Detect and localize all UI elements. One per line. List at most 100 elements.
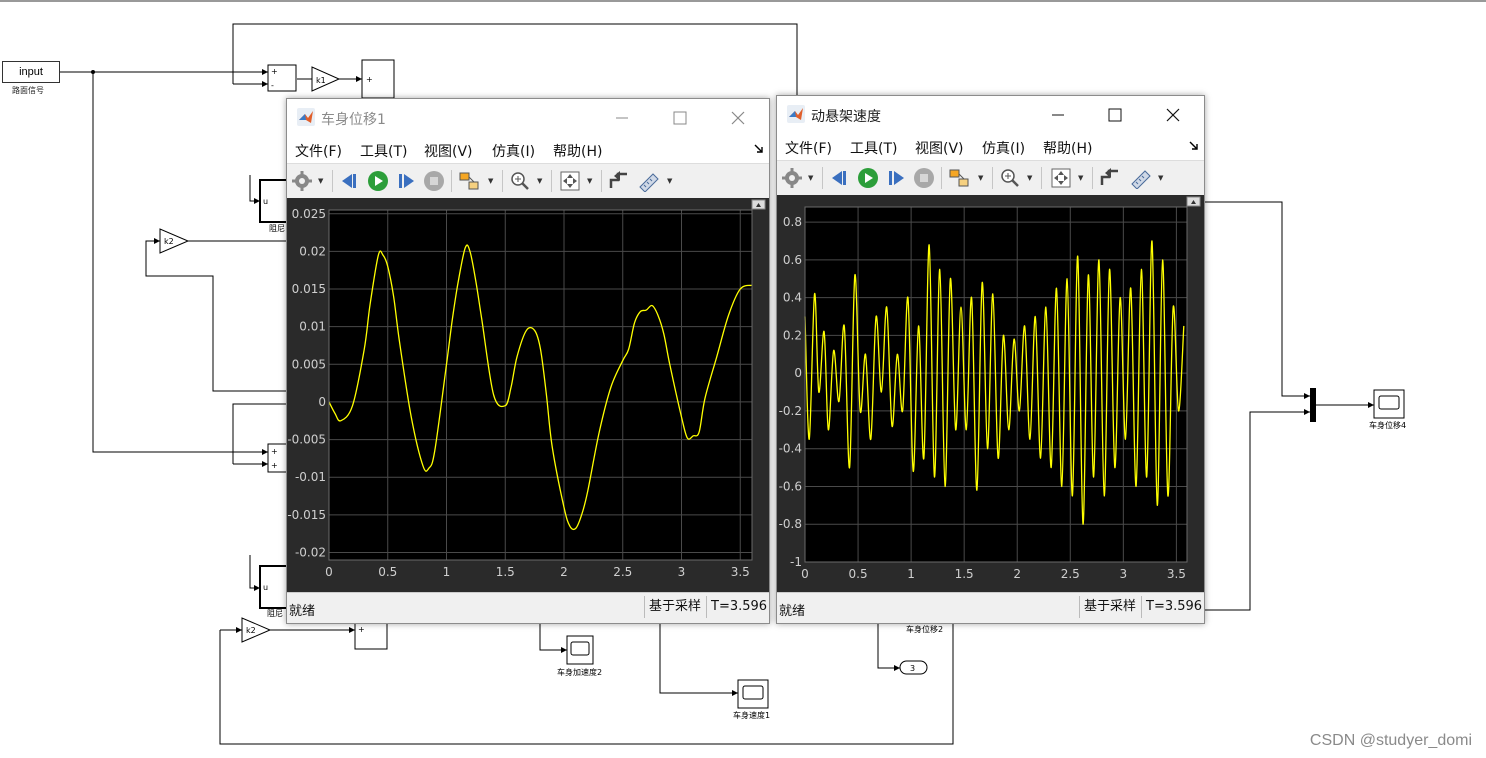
damper-caption: 阻尼 — [267, 609, 283, 618]
y-tick-label: -1 — [790, 555, 802, 569]
y-tick-label: -0.015 — [287, 508, 326, 522]
status-sample-mode: 基于采样 — [644, 596, 707, 618]
menu-file[interactable]: 文件(F) — [295, 141, 342, 161]
menu-help[interactable]: 帮助(H) — [553, 141, 602, 161]
sum-plus-sign: + — [358, 625, 365, 634]
sum-plus-sign: + — [366, 75, 373, 84]
status-bar: 就绪 基于采样 T=3.596 — [287, 592, 769, 623]
y-tick-label: 0.005 — [292, 357, 326, 371]
autoscale-icon[interactable] — [559, 170, 581, 192]
maximize-button[interactable] — [1100, 100, 1130, 130]
y-tick-label: -0.6 — [779, 479, 802, 493]
zoom-in-icon[interactable] — [509, 170, 531, 192]
velocity-chart[interactable]: 0 0.5 1 1.5 2 2.5 3 3.5 0.8 0.6 0.4 0.2 0 -0.2 -0.4 -0.… — [777, 195, 1204, 593]
stop-icon[interactable] — [913, 167, 935, 189]
scope-caption: 车身位移4 — [1369, 420, 1406, 430]
menu-file[interactable]: 文件(F) — [785, 138, 832, 158]
scope-window-susp-vel[interactable]: 动悬架速度 文件(F) 工具(T) 视图(V) 仿真(I) 帮助(H) ▼ ▼ … — [776, 95, 1205, 624]
x-tick-label: 0.5 — [378, 565, 397, 579]
status-sample-mode: 基于采样 — [1079, 596, 1142, 618]
scope-icon — [570, 641, 590, 656]
menu-tools[interactable]: 工具(T) — [850, 138, 897, 158]
scope-toolbar: ▼ ▼ ▼ ▼ ▼ — [287, 163, 769, 199]
cursor-measure-icon[interactable] — [637, 170, 661, 192]
highlight-block-icon[interactable] — [948, 167, 972, 189]
menu-simulation[interactable]: 仿真(I) — [982, 138, 1025, 158]
menu-help[interactable]: 帮助(H) — [1043, 138, 1092, 158]
y-tick-label: 0.4 — [783, 291, 802, 305]
toolbar-separator — [992, 167, 993, 189]
minimize-button[interactable] — [607, 103, 637, 133]
x-tick-label: 2.5 — [1061, 567, 1080, 581]
run-icon[interactable] — [857, 167, 879, 189]
plot-frame: 0 0.5 1 1.5 2 2.5 3 3.5 0.025 0.02 0.015 0.01 0.005 0… — [287, 198, 769, 593]
chevron-down-icon[interactable]: ▼ — [1078, 174, 1083, 182]
status-ready: 就绪 — [779, 604, 806, 619]
menu-bar: 文件(F) 工具(T) 视图(V) 仿真(I) 帮助(H) — [287, 137, 769, 163]
chevron-down-icon[interactable]: ▼ — [667, 177, 672, 185]
y-tick-label: -0.2 — [779, 404, 802, 418]
x-tick-label: 3.5 — [1167, 567, 1186, 581]
close-button[interactable] — [723, 103, 753, 133]
y-tick-label: 0.02 — [299, 244, 326, 258]
damper-input-label: u — [263, 583, 268, 592]
matlab-logo-icon — [787, 105, 805, 123]
chevron-down-icon[interactable]: ▼ — [1027, 174, 1032, 182]
y-tick-label: -0.02 — [295, 545, 326, 559]
title-bar[interactable]: 动悬架速度 — [777, 96, 1204, 134]
undock-icon[interactable] — [1188, 140, 1200, 152]
plot-area — [329, 210, 752, 560]
input-block[interactable]: input — [2, 61, 60, 83]
sum-plus-sign: + — [271, 461, 278, 470]
menu-view[interactable]: 视图(V) — [915, 138, 964, 158]
scope-window-body-disp1[interactable]: 车身位移1 文件(F) 工具(T) 视图(V) 仿真(I) 帮助(H) ▼ ▼ … — [286, 98, 770, 624]
zoom-in-icon[interactable] — [999, 167, 1021, 189]
cursor-measure-icon[interactable] — [1129, 167, 1153, 189]
stop-icon[interactable] — [423, 170, 445, 192]
x-tick-label: 3 — [1120, 567, 1128, 581]
step-forward-icon[interactable] — [395, 170, 417, 192]
y-tick-label: 0 — [318, 395, 326, 409]
toolbar-separator — [1092, 167, 1093, 189]
gain-k2-label: k2 — [164, 237, 174, 246]
toolbar-separator — [502, 170, 503, 192]
step-forward-icon[interactable] — [885, 167, 907, 189]
chevron-down-icon[interactable]: ▼ — [537, 177, 542, 185]
x-tick-label: 3 — [678, 565, 686, 579]
step-back-icon[interactable] — [339, 170, 361, 192]
mux-block[interactable] — [1310, 388, 1316, 422]
maximize-button[interactable] — [665, 103, 695, 133]
y-tick-label: 0.015 — [292, 282, 326, 296]
title-bar[interactable]: 车身位移1 — [287, 99, 769, 137]
scope-toolbar: ▼ ▼ ▼ ▼ ▼ — [777, 160, 1204, 196]
close-button[interactable] — [1158, 100, 1188, 130]
x-tick-label: 2 — [560, 565, 568, 579]
menu-tools[interactable]: 工具(T) — [360, 141, 407, 161]
status-bar: 就绪 基于采样 T=3.596 — [777, 592, 1204, 623]
x-tick-label: 3.5 — [731, 565, 750, 579]
status-ready: 就绪 — [289, 604, 316, 619]
x-tick-label: 2 — [1013, 567, 1021, 581]
chevron-down-icon[interactable]: ▼ — [808, 174, 813, 182]
autoscale-icon[interactable] — [1050, 167, 1072, 189]
highlight-block-icon[interactable] — [458, 170, 482, 192]
chevron-down-icon[interactable]: ▼ — [978, 174, 983, 182]
chevron-down-icon[interactable]: ▼ — [488, 177, 493, 185]
window-title: 车身位移1 — [321, 112, 386, 128]
menu-simulation[interactable]: 仿真(I) — [492, 141, 535, 161]
trigger-icon[interactable] — [1099, 167, 1121, 189]
displacement-chart[interactable]: 0 0.5 1 1.5 2 2.5 3 3.5 0.025 0.02 0.015 0.01 0.005 0… — [287, 198, 769, 593]
chevron-down-icon[interactable]: ▼ — [1158, 174, 1163, 182]
run-icon[interactable] — [367, 170, 389, 192]
step-back-icon[interactable] — [829, 167, 851, 189]
gear-icon[interactable] — [291, 170, 313, 192]
menu-view[interactable]: 视图(V) — [424, 141, 473, 161]
minimize-button[interactable] — [1043, 100, 1073, 130]
trigger-icon[interactable] — [608, 170, 630, 192]
y-tick-label: -0.4 — [779, 442, 802, 456]
gear-icon[interactable] — [781, 167, 803, 189]
undock-icon[interactable] — [753, 143, 765, 155]
chevron-down-icon[interactable]: ▼ — [318, 177, 323, 185]
chevron-down-icon[interactable]: ▼ — [587, 177, 592, 185]
damper-input-label: u — [263, 197, 268, 206]
